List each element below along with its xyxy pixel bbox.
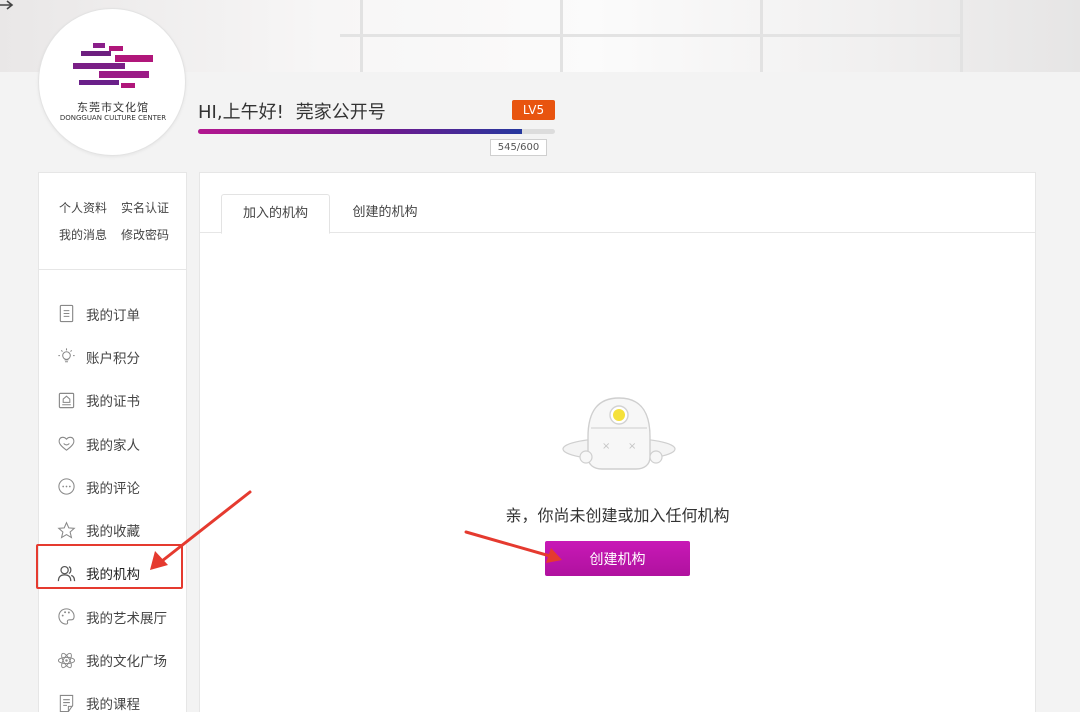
certificate-icon [56, 390, 76, 410]
sidebar-item-art-gallery[interactable]: 我的艺术展厅 [39, 595, 186, 638]
main-panel: 加入的机构 创建的机构 × × 亲，你尚未创建或加入任何机构 创建机构 [199, 172, 1036, 712]
institution-tabs: 加入的机构 创建的机构 [200, 173, 1035, 234]
org-logo: 东莞市文化馆 DONGGUAN CULTURE CENTER [38, 8, 186, 156]
logo-chinese-name: 东莞市文化馆 [77, 101, 149, 114]
logo-english-name: DONGGUAN CULTURE CENTER [59, 114, 167, 122]
sidebar-item-label: 我的机构 [86, 567, 140, 584]
greeting-text: HI,上午好! [198, 102, 284, 123]
sidebar-item-certificates[interactable]: 我的证书 [39, 379, 186, 422]
banner-window-bar [340, 34, 960, 37]
level-badge: LV5 [512, 100, 555, 120]
sidebar-item-label: 我的文化广场 [86, 654, 167, 671]
palette-icon [56, 607, 76, 627]
xp-progress-fill [198, 129, 523, 134]
link-profile[interactable]: 个人资料 [59, 199, 107, 226]
quick-links: 个人资料 实名认证 我的消息 修改密码 [39, 173, 186, 270]
comment-icon [56, 477, 76, 497]
sidebar: 个人资料 实名认证 我的消息 修改密码 我的订单 账户积分 我的证书 我的家人 … [38, 172, 187, 712]
users-icon [56, 563, 76, 583]
xp-progress-bar [198, 129, 555, 134]
greeting: HI,上午好! 莞家公开号 [198, 98, 386, 124]
empty-state-message: 亲，你尚未创建或加入任何机构 [505, 506, 730, 525]
sidebar-item-label: 我的订单 [86, 307, 140, 324]
svg-text:×: × [602, 441, 610, 452]
xp-value: 545/600 [490, 139, 547, 156]
link-messages[interactable]: 我的消息 [59, 226, 107, 253]
back-arrow-icon[interactable] [0, 0, 16, 10]
bulb-icon [56, 347, 76, 367]
tab-created-institutions[interactable]: 创建的机构 [340, 194, 430, 233]
sidebar-menu: 我的订单 账户积分 我的证书 我的家人 我的评论 我的收藏 我的机构 我的艺术展… [39, 270, 186, 712]
sidebar-item-comments[interactable]: 我的评论 [39, 465, 186, 508]
sidebar-item-label: 我的课程 [86, 697, 140, 712]
sidebar-item-label: 我的证书 [86, 394, 140, 411]
star-icon [56, 520, 76, 540]
tab-joined-institutions[interactable]: 加入的机构 [221, 194, 330, 234]
sidebar-item-label: 我的评论 [86, 480, 140, 497]
order-icon [56, 304, 76, 324]
course-icon [56, 693, 76, 712]
heart-smile-icon [56, 434, 76, 454]
sidebar-item-label: 我的艺术展厅 [86, 610, 167, 627]
sidebar-item-orders[interactable]: 我的订单 [39, 292, 186, 335]
banner-window-frame [960, 0, 963, 72]
svg-text:×: × [628, 441, 636, 452]
sidebar-item-favorites[interactable]: 我的收藏 [39, 508, 186, 551]
sidebar-item-label: 账户积分 [86, 350, 140, 367]
sidebar-item-label: 我的收藏 [86, 524, 140, 541]
atom-icon [56, 650, 76, 670]
sidebar-item-courses[interactable]: 我的课程 [39, 682, 186, 712]
sidebar-item-institutions[interactable]: 我的机构 [39, 552, 186, 595]
link-real-name-auth[interactable]: 实名认证 [121, 199, 169, 226]
sidebar-item-family[interactable]: 我的家人 [39, 422, 186, 465]
empty-state-robot-icon: × × [562, 397, 676, 470]
create-institution-button[interactable]: 创建机构 [545, 541, 690, 576]
sidebar-item-points[interactable]: 账户积分 [39, 335, 186, 378]
username: 莞家公开号 [295, 102, 386, 123]
logo-mark-icon [73, 43, 153, 88]
sidebar-item-label: 我的家人 [86, 437, 140, 454]
link-change-password[interactable]: 修改密码 [121, 226, 169, 253]
sidebar-item-culture-plaza[interactable]: 我的文化广场 [39, 638, 186, 681]
